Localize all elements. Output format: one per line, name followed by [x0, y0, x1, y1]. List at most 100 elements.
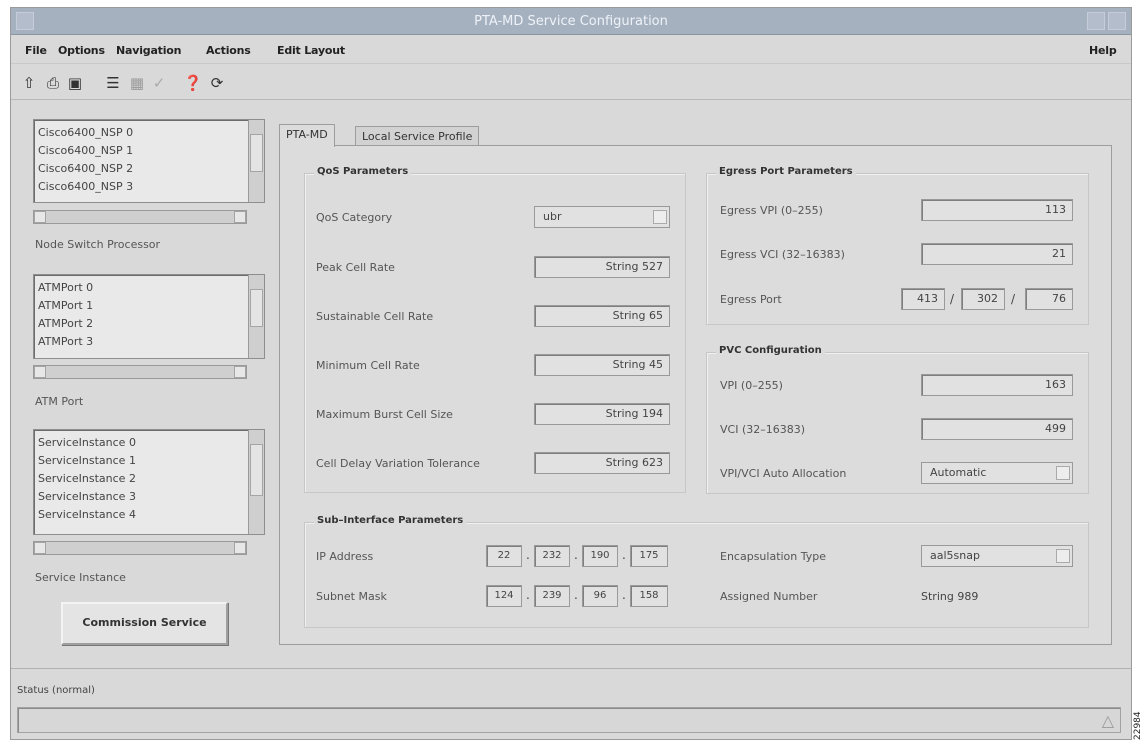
assigned-number-value: String 989	[921, 590, 979, 603]
vertical-scrollbar[interactable]	[248, 275, 264, 358]
refresh-icon[interactable]: ⟳	[207, 73, 227, 93]
mask-dot: .	[574, 588, 578, 602]
pvc-vpi-label: VPI (0–255)	[720, 379, 783, 392]
list-item[interactable]: ATMPort 0	[38, 281, 93, 294]
toolbar: ⇧ ⎙ ▣ ☰ ▦ ✓ ❓ ⟳	[11, 66, 1131, 100]
encapsulation-type-label: Encapsulation Type	[720, 550, 827, 563]
scroll-left-icon[interactable]	[34, 366, 46, 378]
status-label: Status (normal)	[17, 685, 95, 696]
scroll-right-icon[interactable]	[234, 542, 246, 554]
horizontal-scrollbar[interactable]	[33, 210, 247, 224]
scroll-left-icon[interactable]	[34, 542, 46, 554]
mask-octet-2[interactable]: 239	[534, 585, 570, 607]
warning-icon: △	[1101, 711, 1114, 730]
menu-options[interactable]: Options	[58, 44, 105, 57]
list-item[interactable]: ServiceInstance 2	[38, 472, 136, 485]
pvc-title: PVC Configuration	[716, 345, 825, 356]
egress-port-label: Egress Port	[720, 293, 782, 306]
list-item[interactable]: ServiceInstance 3	[38, 490, 136, 503]
print-icon[interactable]: ⎙	[43, 73, 63, 93]
scroll-right-icon[interactable]	[234, 366, 246, 378]
print-preview-icon[interactable]: ▣	[65, 73, 85, 93]
minimize-icon[interactable]	[1087, 12, 1105, 30]
scroll-thumb[interactable]	[250, 134, 263, 172]
sustainable-cell-rate-label: Sustainable Cell Rate	[316, 310, 434, 323]
scroll-right-icon[interactable]	[234, 211, 246, 223]
title-bar[interactable]: PTA-MD Service Configuration	[11, 8, 1131, 35]
list-item[interactable]: Cisco6400_NSP 2	[38, 162, 133, 175]
figure-id: 22984	[1133, 711, 1142, 740]
mask-dot: .	[622, 588, 626, 602]
tab-panel: QoS Parameters QoS Category ubr Peak Cel…	[279, 145, 1112, 645]
menu-navigation[interactable]: Navigation	[116, 44, 181, 57]
encapsulation-type-select[interactable]: aal5snap	[921, 545, 1073, 567]
mask-octet-1[interactable]: 124	[486, 585, 522, 607]
nsp-label: Node Switch Processor	[35, 238, 161, 251]
scroll-thumb[interactable]	[250, 289, 263, 327]
port-separator: /	[950, 292, 955, 306]
atm-port-list[interactable]: ATMPort 0 ATMPort 1 ATMPort 2 ATMPort 3	[33, 274, 265, 359]
ip-octet-1[interactable]: 22	[486, 545, 522, 567]
status-field: △	[17, 707, 1121, 733]
cdvt-field[interactable]: String 623	[534, 452, 670, 474]
qos-category-select[interactable]: ubr	[534, 206, 670, 228]
sustainable-cell-rate-field[interactable]: String 65	[534, 305, 670, 327]
menu-help[interactable]: Help	[1089, 44, 1117, 57]
menu-file[interactable]: File	[25, 44, 47, 57]
list-icon[interactable]: ☰	[103, 73, 123, 93]
egress-vci-field[interactable]: 21	[921, 243, 1073, 265]
list-item[interactable]: ATMPort 2	[38, 317, 93, 330]
commission-service-button[interactable]: Commission Service	[61, 602, 228, 645]
list-item[interactable]: ATMPort 1	[38, 299, 93, 312]
nsp-list[interactable]: Cisco6400_NSP 0 Cisco6400_NSP 1 Cisco640…	[33, 119, 265, 203]
egress-port-field-2[interactable]: 302	[961, 288, 1005, 310]
maximize-icon[interactable]	[1108, 12, 1126, 30]
menu-edit-layout[interactable]: Edit Layout	[277, 44, 345, 57]
menu-actions[interactable]: Actions	[206, 44, 251, 57]
encapsulation-type-value: aal5snap	[930, 549, 980, 562]
pvc-vci-field[interactable]: 499	[921, 418, 1073, 440]
peak-cell-rate-field[interactable]: String 527	[534, 256, 670, 278]
service-instance-list[interactable]: ServiceInstance 0 ServiceInstance 1 Serv…	[33, 429, 265, 535]
egress-vpi-field[interactable]: 113	[921, 199, 1073, 221]
list-item[interactable]: Cisco6400_NSP 3	[38, 180, 133, 193]
pvc-vpi-field[interactable]: 163	[921, 374, 1073, 396]
list-item[interactable]: ATMPort 3	[38, 335, 93, 348]
ip-dot: .	[526, 548, 530, 562]
tab-pta-md[interactable]: PTA-MD	[279, 124, 335, 147]
form-icon[interactable]: ▦	[127, 73, 147, 93]
egress-port-field-3[interactable]: 76	[1025, 288, 1073, 310]
pointer-icon[interactable]: ⇧	[19, 73, 39, 93]
max-burst-cell-size-field[interactable]: String 194	[534, 403, 670, 425]
dropdown-icon	[653, 210, 667, 224]
list-item[interactable]: Cisco6400_NSP 0	[38, 126, 133, 139]
egress-title: Egress Port Parameters	[716, 166, 856, 177]
scroll-left-icon[interactable]	[34, 211, 46, 223]
egress-port-field-1[interactable]: 413	[901, 288, 945, 310]
egress-vpi-label: Egress VPI (0–255)	[720, 204, 823, 217]
vpi-vci-auto-allocation-value: Automatic	[930, 466, 987, 479]
list-item[interactable]: Cisco6400_NSP 1	[38, 144, 133, 157]
vertical-scrollbar[interactable]	[248, 120, 264, 202]
ip-octet-2[interactable]: 232	[534, 545, 570, 567]
vertical-scrollbar[interactable]	[248, 430, 264, 534]
minimum-cell-rate-field[interactable]: String 45	[534, 354, 670, 376]
vpi-vci-auto-allocation-select[interactable]: Automatic	[921, 462, 1073, 484]
sub-interface-title: Sub–Interface Parameters	[314, 515, 467, 526]
max-burst-cell-size-label: Maximum Burst Cell Size	[316, 408, 453, 421]
ip-octet-3[interactable]: 190	[582, 545, 618, 567]
list-item[interactable]: ServiceInstance 0	[38, 436, 136, 449]
pvc-vci-label: VCI (32–16383)	[720, 423, 806, 436]
checkmark-icon[interactable]: ✓	[149, 73, 169, 93]
mask-dot: .	[526, 588, 530, 602]
list-item[interactable]: ServiceInstance 4	[38, 508, 136, 521]
help-icon[interactable]: ❓	[183, 73, 203, 93]
ip-octet-4[interactable]: 175	[630, 545, 668, 567]
horizontal-scrollbar[interactable]	[33, 541, 247, 555]
scroll-thumb[interactable]	[250, 444, 263, 496]
list-item[interactable]: ServiceInstance 1	[38, 454, 136, 467]
mask-octet-4[interactable]: 158	[630, 585, 668, 607]
mask-octet-3[interactable]: 96	[582, 585, 618, 607]
horizontal-scrollbar[interactable]	[33, 365, 247, 379]
dropdown-icon	[1056, 549, 1070, 563]
